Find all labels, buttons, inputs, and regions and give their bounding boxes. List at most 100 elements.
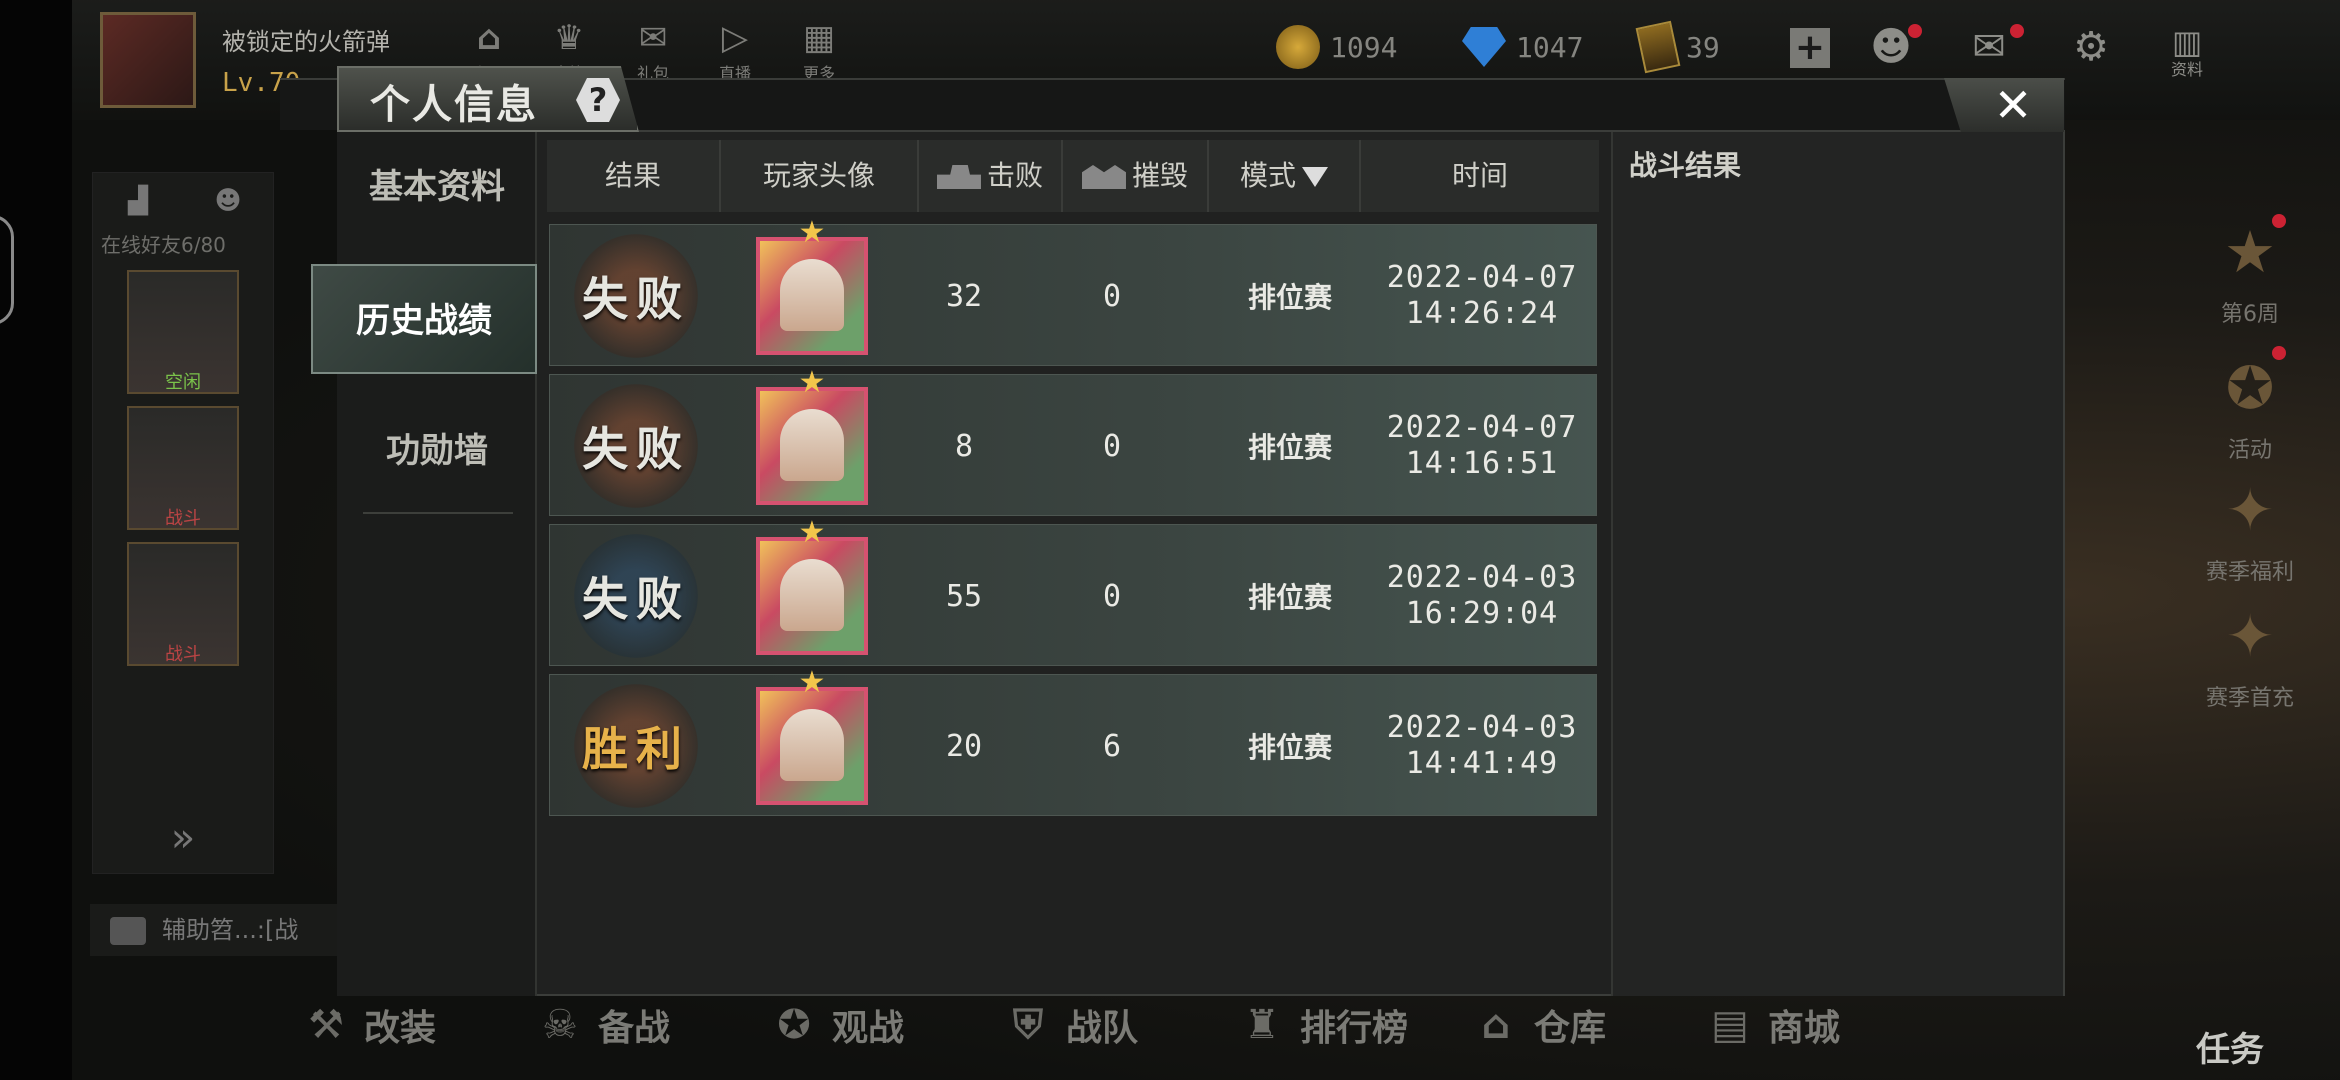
- player-avatar-frame[interactable]: [756, 665, 868, 805]
- weekly-event[interactable]: ★ 第6周: [2200, 214, 2300, 328]
- expand-friends-arrow-icon[interactable]: »: [93, 803, 273, 873]
- table-row[interactable]: 失败 32 0 排位赛 2022-04-0714:26:24: [549, 215, 1597, 366]
- season-badge-icon: ✦: [2225, 476, 2275, 544]
- result-label: 胜利: [582, 722, 690, 776]
- more-icon[interactable]: ▦ 更多: [792, 18, 846, 88]
- time-value: 2022-04-07 14:16:51: [1386, 410, 1578, 481]
- nav-shop[interactable]: ▤ 商城: [1704, 990, 1938, 1060]
- close-button[interactable]: ✕: [1944, 78, 2064, 132]
- history-table-header: 结果 玩家头像 击败 摧毁 模式 时间: [547, 140, 1599, 212]
- warehouse-icon: ⌂: [1481, 1002, 1511, 1048]
- wrench-icon: ⚒: [308, 1002, 344, 1048]
- friend-avatar[interactable]: 战斗: [127, 406, 239, 530]
- battle-result-panel: 战斗结果: [1611, 132, 2063, 996]
- col-kills: 击败: [919, 140, 1063, 212]
- dialog-menu: 基本资料 历史战绩 功勋墙: [311, 132, 537, 996]
- friend-avatar[interactable]: 战斗: [127, 542, 239, 666]
- season-first-charge[interactable]: ✦ 赛季首充: [2200, 598, 2300, 712]
- trophy-icon: ♜: [1244, 1002, 1280, 1048]
- col-time: 时间: [1451, 159, 1508, 192]
- menu-divider: [363, 512, 513, 514]
- weekly-notification-dot: [2272, 214, 2286, 228]
- friends-notification-dot: [1908, 24, 1922, 38]
- table-row[interactable]: 胜利 20 6 排位赛 2022-04-0314:41:49: [549, 665, 1597, 816]
- menu-merit-wall[interactable]: 功勋墙: [337, 396, 537, 506]
- result-label: 失败: [582, 272, 690, 326]
- mode-value: 排位赛: [1247, 431, 1332, 464]
- menu-basic-info[interactable]: 基本资料: [337, 132, 537, 242]
- kills-value: 8: [954, 428, 974, 464]
- time-value: 2022-04-03 14:41:49: [1386, 710, 1578, 781]
- activity-event[interactable]: ✪ 活动: [2200, 350, 2300, 464]
- destroyed-value: 0: [1102, 428, 1122, 464]
- diamond-currency[interactable]: 1047: [1462, 24, 1583, 70]
- mail-icon[interactable]: ✉: [1964, 22, 2014, 72]
- nav-spectate[interactable]: ✪ 观战: [768, 990, 1002, 1060]
- season-welfare[interactable]: ✦ 赛季福利: [2200, 472, 2300, 586]
- history-list: 失败 32 0 排位赛 2022-04-0714:26:24 失败 8 0 排位…: [549, 215, 1597, 824]
- live-icon[interactable]: ▷ 直播: [708, 18, 762, 88]
- ticket-icon: [1635, 20, 1681, 74]
- settings-gear-icon[interactable]: ⚙: [2066, 22, 2116, 72]
- gold-coin-icon: [1276, 25, 1320, 69]
- gold-amount: 1094: [1330, 30, 1398, 64]
- diamond-icon: [1462, 27, 1506, 67]
- col-mode-filter[interactable]: 模式: [1209, 140, 1361, 212]
- friends-stats-tab-icon[interactable]: ▟: [93, 173, 183, 229]
- destroyed-value: 0: [1102, 278, 1122, 314]
- online-friends-count: 在线好友6/80: [101, 233, 226, 257]
- battle-result-title: 战斗结果: [1629, 149, 1742, 182]
- mode-value: 排位赛: [1247, 731, 1332, 764]
- dialog-title: 个人信息: [370, 82, 538, 128]
- team-icon: ⛨: [1013, 1002, 1043, 1048]
- time-value: 2022-04-03 16:29:04: [1386, 560, 1578, 631]
- result-label: 失败: [582, 422, 690, 476]
- time-value: 2022-04-07 14:26:24: [1386, 260, 1578, 331]
- destroyed-value: 0: [1102, 578, 1122, 614]
- gold-currency[interactable]: 1094: [1276, 24, 1397, 70]
- player-name: 被锁定的火箭弹: [222, 28, 390, 56]
- task-button[interactable]: 任务: [2196, 1022, 2264, 1071]
- gift-icon[interactable]: ✉ 礼包: [626, 18, 680, 88]
- building-icon: [1081, 165, 1126, 189]
- star-icon: ✪: [777, 1002, 811, 1048]
- player-avatar[interactable]: [100, 12, 196, 108]
- mode-value: 排位赛: [1247, 581, 1332, 614]
- friends-list-tab-icon[interactable]: ☻: [183, 173, 273, 229]
- player-avatar-frame[interactable]: [756, 365, 868, 505]
- activity-notification-dot: [2272, 346, 2286, 360]
- bottom-navigation: ⚒ 改装 ☠ 备战 ✪ 观战 ⛨ 战队 ♜ 排行榜 ⌂ 仓库 ▤ 商城: [300, 990, 1950, 1060]
- kills-value: 20: [945, 728, 983, 764]
- nav-warehouse[interactable]: ⌂ 仓库: [1470, 990, 1704, 1060]
- season-charge-icon: ✦: [2225, 602, 2275, 670]
- dropdown-triangle-icon: [1302, 167, 1328, 187]
- shop-icon: ▤: [1711, 1002, 1749, 1048]
- destroyed-value: 6: [1102, 728, 1122, 764]
- chat-bubble-icon: [110, 917, 146, 945]
- col-avatar: 玩家头像: [721, 140, 919, 212]
- nav-prepare[interactable]: ☠ 备战: [534, 990, 768, 1060]
- kills-value: 55: [945, 578, 983, 614]
- add-currency-button[interactable]: +: [1790, 28, 1830, 68]
- tank-icon: [936, 165, 981, 189]
- screen-edge: [0, 0, 72, 1080]
- skull-icon: ☠: [542, 1002, 578, 1048]
- menu-battle-history[interactable]: 历史战绩: [311, 264, 537, 374]
- activity-star-icon: ✪: [2225, 354, 2275, 422]
- friend-avatar[interactable]: 空闲: [127, 270, 239, 394]
- diamond-amount: 1047: [1516, 30, 1584, 64]
- table-row[interactable]: 失败 8 0 排位赛 2022-04-0714:16:51: [549, 365, 1597, 516]
- player-avatar-frame[interactable]: [756, 515, 868, 655]
- side-handle[interactable]: [0, 215, 14, 325]
- kills-value: 32: [945, 278, 983, 314]
- ticket-currency[interactable]: 39: [1635, 20, 1720, 74]
- result-label: 失败: [582, 572, 690, 626]
- nav-team[interactable]: ⛨ 战队: [1002, 990, 1236, 1060]
- chat-bar[interactable]: 辅助笤...:[战: [90, 904, 350, 956]
- col-result: 结果: [547, 140, 721, 212]
- info-book-icon[interactable]: ▥ 资料: [2162, 22, 2212, 78]
- nav-modify[interactable]: ⚒ 改装: [300, 990, 534, 1060]
- nav-ranking[interactable]: ♜ 排行榜: [1236, 990, 1470, 1060]
- table-row[interactable]: 失败 55 0 排位赛 2022-04-0316:29:04: [549, 515, 1597, 666]
- player-avatar-frame[interactable]: [756, 215, 868, 355]
